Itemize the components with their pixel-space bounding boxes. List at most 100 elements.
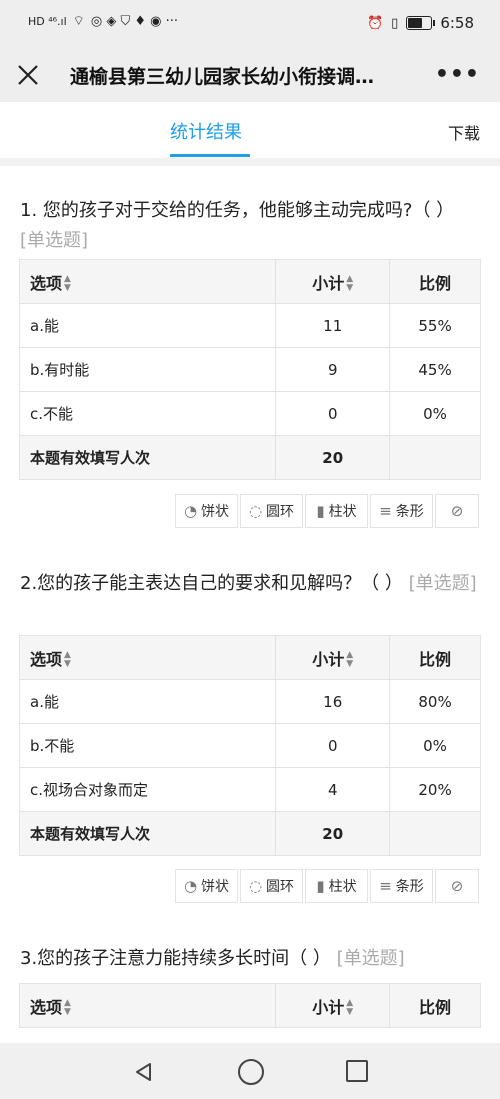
- total-label: 本题有效填写人次: [18, 435, 277, 480]
- tab-statistics[interactable]: 统计结果: [170, 118, 242, 144]
- stats-table: 选项 ▲ ▼ 小计 ▲ ▼ 比例: [18, 983, 481, 1028]
- survey-results: 1. 您的孩子对于交给的任务，他能够主动完成吗?（ ） [单选题] 选项 ▲ ▼ 小…: [0, 166, 500, 1043]
- stats-table: 选项 ▲ ▼ 小计 ▲ ▼ 比例 a.能 11 55% b.有时能 9 45% c.不能…: [18, 259, 481, 480]
- sort-icon[interactable]: ▲ ▼: [346, 999, 353, 1017]
- question-type: [单选题]: [336, 948, 405, 969]
- question-text: 3.您的孩子注意力能持续多长时间（ ）: [20, 948, 331, 969]
- status-bar: HD ⁴⁶.ıl ⌔ ◎ ◈ ⛉ ♦ ◉ ··· ⏰ ▯ 6:58: [0, 0, 500, 48]
- chart-buttons: ◔ 饼状 ◌ 圆环 ▮ 柱状 ≡ 条形 ⊘: [175, 869, 479, 903]
- question-text: 2.您的孩子能主表达自己的要求和见解吗？（ ）: [20, 573, 403, 594]
- header-count[interactable]: 小计 ▲ ▼: [275, 635, 391, 680]
- table-header: 选项 ▲ ▼ 小计 ▲ ▼ 比例: [18, 983, 481, 1028]
- sort-icon[interactable]: ▲ ▼: [64, 275, 71, 293]
- ratio-cell: 80%: [389, 679, 481, 724]
- table-header: 选项 ▲ ▼ 小计 ▲ ▼ 比例: [18, 259, 481, 304]
- table-row: a.能 16 80%: [18, 679, 481, 724]
- option-cell: b.有时能: [18, 347, 277, 392]
- home-icon[interactable]: [238, 1059, 264, 1085]
- total-row: 本题有效填写人次 20: [18, 811, 481, 856]
- back-icon[interactable]: [133, 1061, 155, 1087]
- pie-chart-button[interactable]: ◔ 饼状: [175, 494, 238, 528]
- sort-icon[interactable]: ▲ ▼: [346, 275, 353, 293]
- header-ratio: 比例: [389, 983, 481, 1028]
- question-title: 1. 您的孩子对于交给的任务，他能够主动完成吗?（ ） [单选题]: [20, 196, 482, 256]
- status-left: HD ⁴⁶.ıl ⌔ ◎ ◈ ⛉ ♦ ◉ ···: [28, 15, 178, 28]
- ratio-cell: 55%: [389, 303, 481, 348]
- strip-chart-icon: ≡: [379, 502, 392, 520]
- bar-chart-icon: ▮: [316, 502, 325, 520]
- pie-icon: ◔: [183, 877, 198, 895]
- table-row: a.能 11 55%: [18, 303, 481, 348]
- close-icon[interactable]: [12, 59, 44, 91]
- tab-underline: [170, 154, 250, 157]
- table-row: c.不能 0 0%: [18, 391, 481, 436]
- ring-icon: ◌: [248, 877, 263, 895]
- count-cell: 0: [275, 391, 391, 436]
- ring-chart-button[interactable]: ◌ 圆环: [240, 869, 303, 903]
- page-title: 通榆县第三幼儿园家长幼小衔接调…: [70, 66, 375, 88]
- bar-chart-button[interactable]: ▮ 柱状: [305, 869, 368, 903]
- total-empty: [389, 435, 481, 480]
- ring-chart-button[interactable]: ◌ 圆环: [240, 494, 303, 528]
- header-option[interactable]: 选项 ▲ ▼: [18, 983, 277, 1028]
- wifi-icon: ⌔: [72, 14, 85, 29]
- recent-apps-icon[interactable]: [346, 1060, 368, 1082]
- status-time: 6:58: [440, 14, 474, 32]
- table-row: b.不能 0 0%: [18, 723, 481, 768]
- header-option[interactable]: 选项 ▲ ▼: [18, 259, 277, 304]
- pie-icon: ◔: [183, 502, 198, 520]
- strip-chart-button[interactable]: ≡ 条形: [370, 869, 433, 903]
- ratio-cell: 0%: [389, 391, 481, 436]
- table-row: c.视场合对象而定 4 20%: [18, 767, 481, 812]
- chart-buttons: ◔ 饼状 ◌ 圆环 ▮ 柱状 ≡ 条形 ⊘: [175, 494, 479, 528]
- count-cell: 9: [275, 347, 391, 392]
- total-count: 20: [275, 811, 391, 856]
- disable-icon: ⊘: [450, 502, 464, 520]
- option-cell: b.不能: [18, 723, 277, 768]
- bar-chart-button[interactable]: ▮ 柱状: [305, 494, 368, 528]
- question-title: 3.您的孩子注意力能持续多长时间（ ） [单选题]: [20, 944, 482, 974]
- count-cell: 16: [275, 679, 391, 724]
- question-text: 1. 您的孩子对于交给的任务，他能够主动完成吗?（ ）: [20, 200, 455, 221]
- signal-indicator: HD ⁴⁶.ıl: [28, 15, 67, 28]
- more-options-icon[interactable]: •••: [435, 62, 480, 87]
- sort-icon[interactable]: ▲ ▼: [346, 651, 353, 669]
- notification-icons: ◎ ◈ ⛉ ♦ ◉ ···: [90, 14, 179, 29]
- count-cell: 0: [275, 723, 391, 768]
- total-count: 20: [275, 435, 391, 480]
- option-cell: a.能: [18, 679, 277, 724]
- header-count[interactable]: 小计 ▲ ▼: [275, 259, 391, 304]
- question-type: [单选题]: [20, 230, 89, 251]
- hide-chart-button[interactable]: ⊘: [435, 494, 479, 528]
- title-bar: 通榆县第三幼儿园家长幼小衔接调… •••: [0, 48, 500, 102]
- stats-table: 选项 ▲ ▼ 小计 ▲ ▼ 比例 a.能 16 80% b.不能 0 0% c.视场合对…: [18, 635, 481, 856]
- ratio-cell: 0%: [389, 723, 481, 768]
- ring-icon: ◌: [248, 502, 263, 520]
- question-type: [单选题]: [408, 573, 477, 594]
- disable-icon: ⊘: [450, 877, 464, 895]
- pie-chart-button[interactable]: ◔ 饼状: [175, 869, 238, 903]
- header-option[interactable]: 选项 ▲ ▼: [18, 635, 277, 680]
- header-ratio: 比例: [389, 259, 481, 304]
- option-cell: c.不能: [18, 391, 277, 436]
- question-title: 2.您的孩子能主表达自己的要求和见解吗？（ ） [单选题]: [20, 569, 482, 599]
- battery-icon: [406, 16, 436, 30]
- vibrate-icon: ▯: [391, 15, 399, 31]
- count-cell: 4: [275, 767, 391, 812]
- download-button[interactable]: 下载: [448, 120, 480, 144]
- system-nav-bar: [0, 1043, 500, 1099]
- strip-chart-icon: ≡: [379, 877, 392, 895]
- bar-chart-icon: ▮: [316, 877, 325, 895]
- option-cell: a.能: [18, 303, 277, 348]
- table-row: b.有时能 9 45%: [18, 347, 481, 392]
- total-label: 本题有效填写人次: [18, 811, 277, 856]
- strip-chart-button[interactable]: ≡ 条形: [370, 494, 433, 528]
- ratio-cell: 20%: [389, 767, 481, 812]
- option-cell: c.视场合对象而定: [18, 767, 277, 812]
- header-ratio: 比例: [389, 635, 481, 680]
- table-header: 选项 ▲ ▼ 小计 ▲ ▼ 比例: [18, 635, 481, 680]
- sort-icon[interactable]: ▲ ▼: [64, 651, 71, 669]
- sort-icon[interactable]: ▲ ▼: [64, 999, 71, 1017]
- hide-chart-button[interactable]: ⊘: [435, 869, 479, 903]
- header-count[interactable]: 小计 ▲ ▼: [275, 983, 391, 1028]
